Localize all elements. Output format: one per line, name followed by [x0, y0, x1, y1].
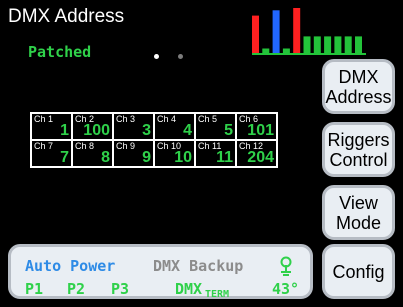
channel-cell[interactable]: Ch 3 3 — [112, 112, 155, 141]
level-bar — [334, 36, 342, 53]
channel-address: 1 — [60, 122, 69, 139]
temperature-value: 43° — [272, 280, 300, 298]
dmx-backup-label: DMX Backup — [153, 257, 244, 275]
auto-power-label: Auto Power — [25, 257, 116, 275]
page-dot — [178, 54, 183, 59]
channel-cell[interactable]: Ch 7 7 — [30, 139, 73, 168]
button-label-line: Config — [332, 261, 385, 282]
patch-status: Patched — [28, 43, 92, 61]
channel-address: 204 — [247, 149, 274, 166]
channel-cell[interactable]: Ch 4 4 — [153, 112, 196, 141]
button-label-line: DMX — [338, 66, 379, 87]
channel-cell[interactable]: Ch 11 11 — [194, 139, 237, 168]
channel-cell[interactable]: Ch 9 9 — [112, 139, 155, 168]
page-dot-active — [154, 54, 159, 59]
channel-address: 101 — [247, 122, 274, 139]
channel-label: Ch 1 — [34, 114, 54, 124]
button-label-line: View — [339, 192, 378, 213]
channel-label: Ch 5 — [198, 114, 218, 124]
channel-address: 4 — [183, 122, 192, 139]
status-panel[interactable]: Auto Power DMX Backup P1 P2 P3 DMX TERM … — [8, 244, 313, 300]
thermometer-icon — [280, 256, 292, 276]
channel-cell[interactable]: Ch 8 8 — [71, 139, 114, 168]
level-bar — [293, 8, 301, 53]
level-bar — [262, 48, 270, 53]
config-button[interactable]: Config — [322, 244, 395, 299]
channel-cell[interactable]: Ch 5 5 — [194, 112, 237, 141]
level-baseline — [252, 53, 366, 55]
power-p3: P3 — [111, 280, 130, 298]
channel-address: 9 — [142, 149, 151, 166]
power-p2: P2 — [67, 280, 86, 298]
level-bar — [282, 48, 290, 53]
level-bar — [324, 36, 332, 53]
button-label-line: Riggers — [327, 129, 390, 150]
view-mode-button[interactable]: View Mode — [322, 185, 395, 240]
channel-label: Ch 8 — [75, 141, 95, 151]
channel-label: Ch 7 — [34, 141, 54, 151]
dmx-input-label: DMX — [175, 280, 203, 298]
channel-label: Ch 3 — [116, 114, 136, 124]
riggers-control-button[interactable]: Riggers Control — [322, 122, 395, 177]
level-bar — [313, 36, 321, 53]
page-title: DMX Address — [8, 6, 125, 27]
channel-cell[interactable]: Ch 1 1 — [30, 112, 73, 141]
channel-address: 100 — [83, 122, 110, 139]
page-indicator — [154, 54, 194, 62]
level-bar — [344, 36, 352, 53]
channel-address: 8 — [101, 149, 110, 166]
channel-address: 5 — [224, 122, 233, 139]
level-bar — [272, 10, 280, 54]
channel-address: 11 — [216, 149, 233, 166]
channel-label: Ch 4 — [157, 114, 177, 124]
button-label-line: Address — [325, 86, 392, 107]
channel-address: 3 — [142, 122, 151, 139]
channel-label: Ch 9 — [116, 141, 136, 151]
power-p1: P1 — [25, 280, 44, 298]
dmx-address-button[interactable]: DMX Address — [322, 59, 395, 114]
term-label: TERM — [205, 289, 230, 300]
button-label-line: Mode — [335, 212, 382, 233]
channel-cell[interactable]: Ch 10 10 — [153, 139, 196, 168]
channel-address: 10 — [174, 149, 192, 166]
channel-cell[interactable]: Ch 6 101 — [235, 112, 278, 141]
channel-level-meter — [252, 8, 366, 55]
level-bar — [355, 36, 362, 53]
level-bar — [252, 15, 259, 54]
channel-cell[interactable]: Ch 2 100 — [71, 112, 114, 141]
button-label-line: Control — [329, 149, 388, 170]
channel-address: 7 — [60, 149, 69, 166]
channel-cell[interactable]: Ch 12 204 — [235, 139, 278, 168]
level-bar — [303, 36, 311, 53]
